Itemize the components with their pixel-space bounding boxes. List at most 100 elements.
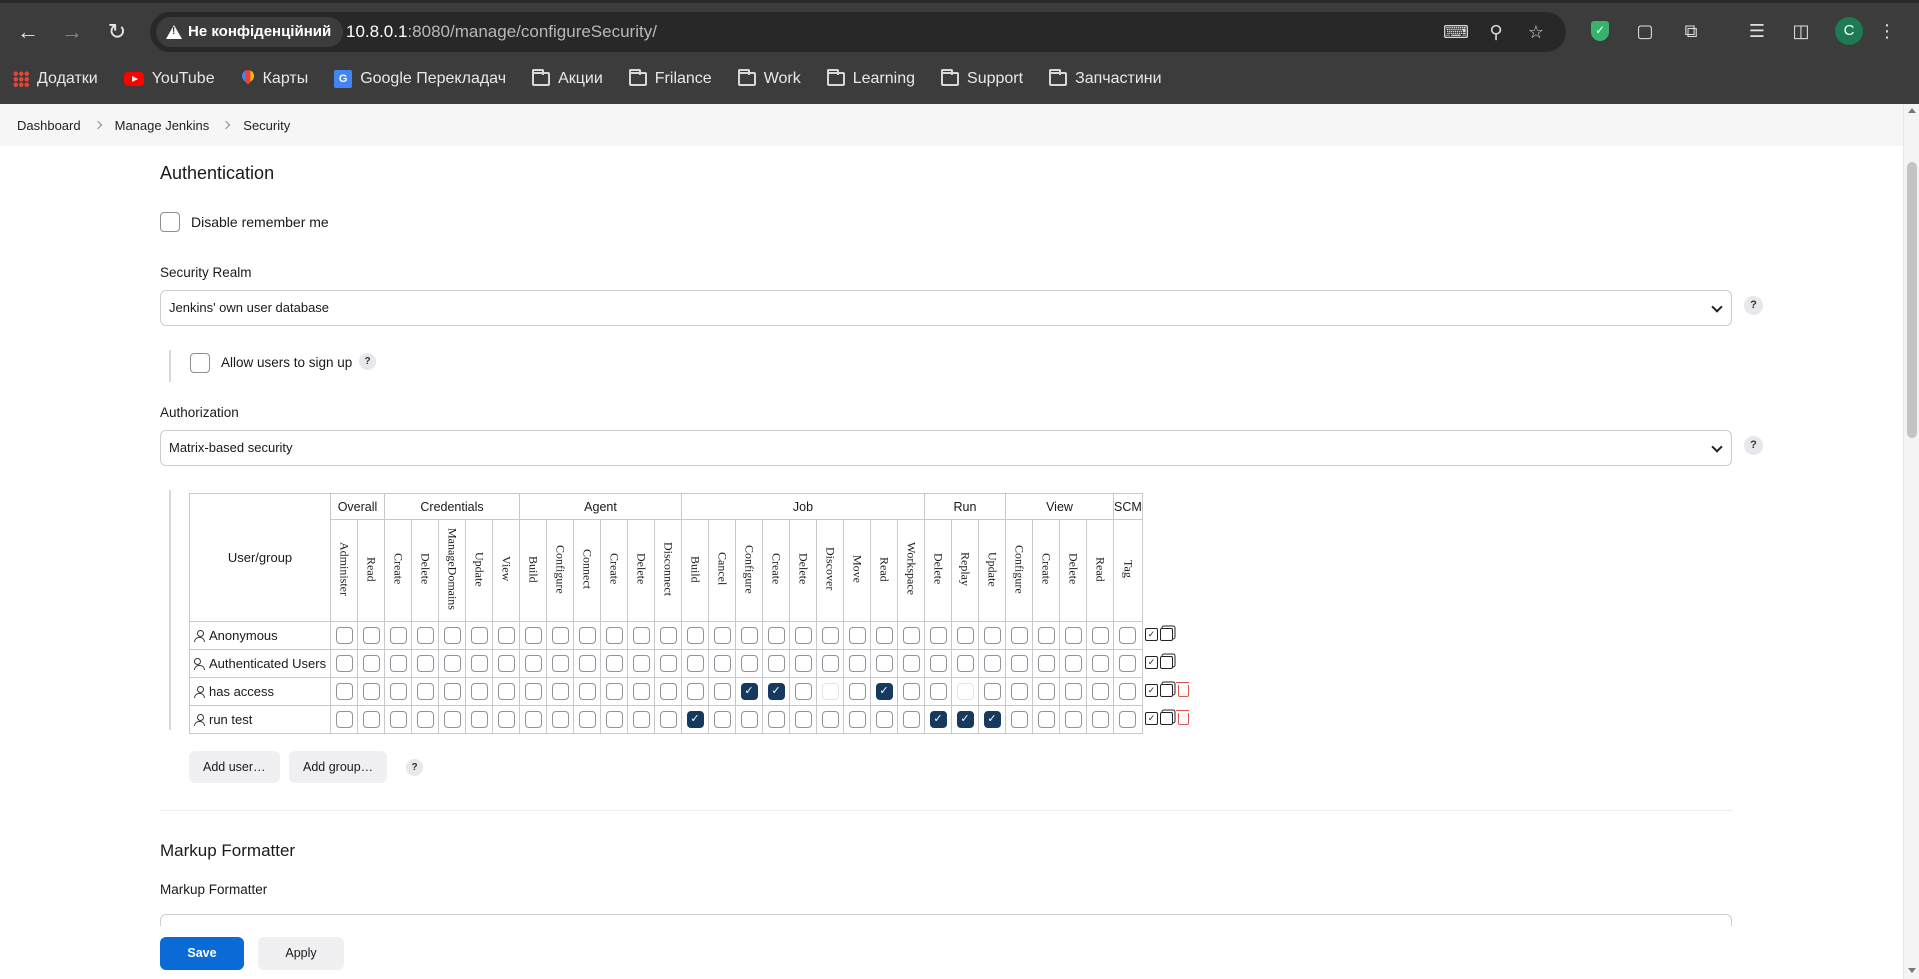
permission-checkbox-checked[interactable]: ✓: [740, 683, 758, 700]
bookmark-item[interactable]: Запчастини: [1036, 64, 1175, 94]
permission-checkbox[interactable]: [524, 627, 542, 644]
bookmark-item[interactable]: YouTube: [111, 64, 228, 94]
translate-icon[interactable]: ⌨: [1442, 18, 1470, 46]
permission-checkbox[interactable]: [632, 711, 650, 728]
permission-checkbox[interactable]: [740, 655, 758, 672]
delete-entry-icon[interactable]: [1176, 709, 1189, 725]
permission-checkbox[interactable]: [875, 655, 893, 672]
permission-checkbox-checked[interactable]: ✓: [929, 711, 947, 728]
permission-checkbox[interactable]: [1119, 655, 1137, 672]
permission-checkbox[interactable]: [1010, 627, 1028, 644]
scroll-up-icon[interactable]: [1908, 108, 1916, 113]
side-panel-icon[interactable]: ◫: [1786, 16, 1816, 46]
permission-checkbox[interactable]: [983, 683, 1001, 700]
permission-checkbox[interactable]: [632, 655, 650, 672]
permission-checkbox-checked[interactable]: ✓: [875, 683, 893, 700]
apply-button[interactable]: Apply: [258, 937, 344, 970]
permission-checkbox[interactable]: [497, 711, 515, 728]
permission-checkbox[interactable]: [983, 627, 1001, 644]
permission-checkbox[interactable]: [659, 683, 677, 700]
zoom-icon[interactable]: ⚲: [1482, 18, 1510, 46]
permission-checkbox-checked[interactable]: ✓: [956, 711, 974, 728]
permission-checkbox[interactable]: [1064, 655, 1082, 672]
permission-checkbox[interactable]: [605, 627, 623, 644]
permission-checkbox[interactable]: [524, 683, 542, 700]
permission-checkbox-checked[interactable]: ✓: [983, 711, 1001, 728]
permission-checkbox[interactable]: [470, 711, 488, 728]
permission-checkbox[interactable]: [767, 627, 785, 644]
permission-checkbox[interactable]: [578, 683, 596, 700]
unselect-all-icon[interactable]: [1160, 684, 1173, 697]
unselect-all-icon[interactable]: [1160, 656, 1173, 669]
permission-checkbox[interactable]: [902, 627, 920, 644]
permission-checkbox[interactable]: [551, 683, 569, 700]
permission-checkbox[interactable]: [821, 711, 839, 728]
bookmark-item[interactable]: Learning: [814, 64, 928, 94]
add-entry-help-icon[interactable]: ?: [406, 759, 423, 776]
menu-kebab-icon[interactable]: ⋮: [1872, 16, 1902, 46]
security-realm-help-icon[interactable]: ?: [1744, 296, 1763, 315]
permission-checkbox[interactable]: [416, 683, 434, 700]
permission-checkbox[interactable]: [659, 655, 677, 672]
permission-checkbox[interactable]: [956, 683, 974, 700]
add-group-button[interactable]: Add group…: [289, 751, 388, 783]
permission-checkbox[interactable]: [848, 627, 866, 644]
permission-checkbox[interactable]: [794, 627, 812, 644]
permission-checkbox[interactable]: [335, 627, 353, 644]
permission-checkbox[interactable]: [1010, 683, 1028, 700]
extension-user-icon[interactable]: ▢: [1630, 16, 1660, 46]
reload-icon[interactable]: ↻: [101, 16, 133, 48]
permission-checkbox[interactable]: [362, 655, 380, 672]
permission-checkbox[interactable]: [1010, 711, 1028, 728]
permission-checkbox[interactable]: [821, 655, 839, 672]
permission-checkbox[interactable]: [1119, 711, 1137, 728]
profile-avatar[interactable]: C: [1835, 17, 1863, 45]
permission-checkbox[interactable]: [956, 655, 974, 672]
permission-checkbox[interactable]: [1037, 683, 1055, 700]
media-control-icon[interactable]: ☰: [1742, 16, 1772, 46]
unselect-all-icon[interactable]: [1160, 628, 1173, 641]
permission-checkbox[interactable]: [1091, 711, 1109, 728]
select-all-icon[interactable]: ✓: [1145, 712, 1158, 725]
scroll-down-icon[interactable]: [1908, 968, 1916, 973]
permission-checkbox[interactable]: [713, 655, 731, 672]
permission-checkbox[interactable]: [983, 655, 1001, 672]
permission-checkbox[interactable]: [821, 683, 839, 700]
permission-checkbox[interactable]: [416, 627, 434, 644]
bookmark-item[interactable]: Карты: [228, 64, 322, 94]
permission-checkbox[interactable]: [713, 627, 731, 644]
permission-checkbox[interactable]: [1037, 655, 1055, 672]
unselect-all-icon[interactable]: [1160, 712, 1173, 725]
permission-checkbox[interactable]: [632, 627, 650, 644]
permission-checkbox[interactable]: [605, 711, 623, 728]
forward-icon[interactable]: →: [56, 16, 88, 48]
permission-checkbox[interactable]: [902, 655, 920, 672]
permission-checkbox[interactable]: [605, 655, 623, 672]
permission-checkbox[interactable]: [497, 683, 515, 700]
bookmark-item[interactable]: Work: [725, 64, 814, 94]
permission-checkbox[interactable]: [848, 655, 866, 672]
allow-signup-checkbox[interactable]: [190, 353, 210, 373]
permission-checkbox[interactable]: [443, 683, 461, 700]
permission-checkbox[interactable]: [578, 655, 596, 672]
permission-checkbox[interactable]: [794, 655, 812, 672]
permission-checkbox[interactable]: [956, 627, 974, 644]
permission-checkbox[interactable]: [929, 627, 947, 644]
select-all-icon[interactable]: ✓: [1145, 684, 1158, 697]
permission-checkbox[interactable]: [578, 627, 596, 644]
add-user-button[interactable]: Add user…: [189, 751, 280, 783]
permission-checkbox[interactable]: [443, 711, 461, 728]
permission-checkbox[interactable]: [605, 683, 623, 700]
permission-checkbox[interactable]: [767, 655, 785, 672]
permission-checkbox[interactable]: [794, 683, 812, 700]
permission-checkbox[interactable]: [551, 711, 569, 728]
permission-checkbox[interactable]: [362, 683, 380, 700]
bookmark-item[interactable]: Акции: [519, 64, 616, 94]
permission-checkbox[interactable]: [578, 711, 596, 728]
permission-checkbox[interactable]: [1091, 627, 1109, 644]
permission-checkbox[interactable]: [686, 655, 704, 672]
permission-checkbox[interactable]: [335, 711, 353, 728]
select-all-icon[interactable]: ✓: [1145, 656, 1158, 669]
bookmark-item[interactable]: G Google Перекладач: [321, 64, 519, 94]
site-info-chip[interactable]: Не конфіденційний: [156, 17, 344, 47]
